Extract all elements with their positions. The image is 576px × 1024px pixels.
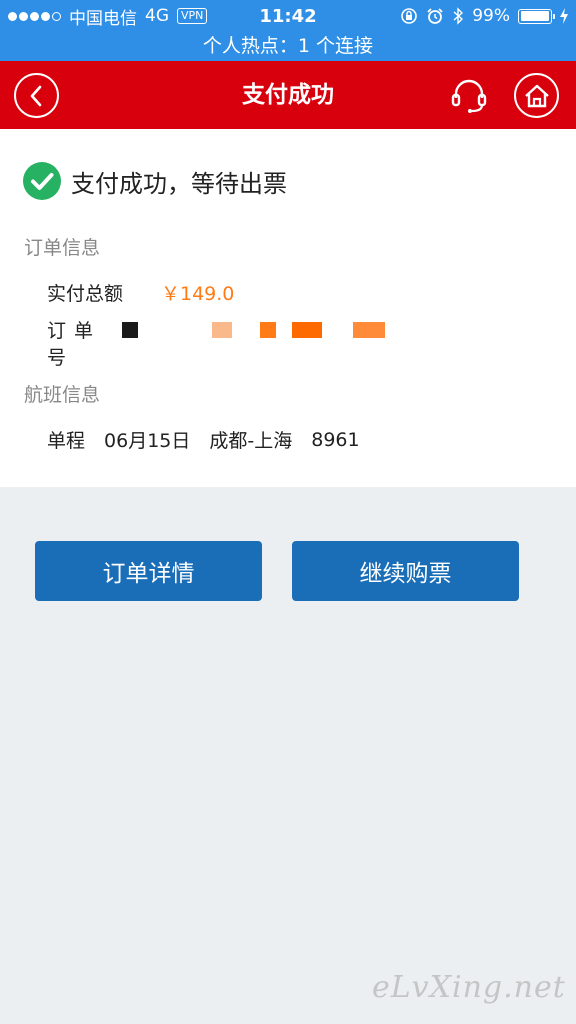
alarm-icon [427, 8, 443, 24]
flight-info-heading: 航班信息 [24, 384, 101, 406]
status-right: 99% [400, 6, 568, 26]
check-circle-icon [23, 162, 61, 200]
redaction-block [353, 322, 385, 338]
order-number-row: 订单号 [47, 316, 127, 370]
battery-percent: 99% [472, 6, 510, 26]
flight-date: 06月15日 [104, 430, 191, 452]
amount-label: 实付总额 [47, 283, 124, 305]
success-message-row: 支付成功，等待出票 [23, 162, 287, 200]
watermark: eLvXing.net [372, 970, 566, 1005]
bluetooth-icon [453, 7, 464, 25]
nav-header: 支付成功 [0, 61, 576, 129]
success-message: 支付成功，等待出票 [71, 169, 287, 198]
trip-type: 单程 [47, 430, 86, 452]
continue-booking-button[interactable]: 继续购票 [292, 541, 519, 601]
redaction-block [292, 322, 322, 338]
order-detail-button[interactable]: 订单详情 [35, 541, 262, 601]
rotation-lock-icon [401, 8, 418, 24]
amount-row: 实付总额 ￥149.0 [47, 279, 234, 306]
headset-icon[interactable] [450, 76, 488, 114]
status-row: 中国电信 4G VPN 11:42 99% [0, 4, 576, 29]
home-icon [524, 84, 549, 107]
back-button[interactable] [14, 73, 59, 118]
redaction-block [212, 322, 232, 338]
order-result-card: 支付成功，等待出票 订单信息 实付总额 ￥149.0 订单号 航班信息 单程 0… [0, 129, 576, 487]
flight-summary-row: 单程 06月15日 成都-上海 8961 [47, 426, 379, 453]
battery-icon [518, 8, 555, 24]
hotspot-banner[interactable]: 个人热点：1 个连接 [0, 31, 576, 58]
order-number-label: 订单号 [47, 320, 102, 369]
charging-icon [560, 8, 568, 24]
flight-number: 8961 [311, 428, 360, 451]
amount-value: ￥149.0 [161, 283, 235, 305]
page-title: 支付成功 [242, 82, 334, 108]
redaction-block [260, 322, 276, 338]
flight-route: 成都-上海 [209, 430, 293, 452]
battery-fill [520, 11, 550, 21]
chevron-left-icon [30, 85, 41, 106]
status-bar: 中国电信 4G VPN 11:42 99% 个人热点：1 个连接 [0, 0, 576, 61]
home-button[interactable] [514, 73, 559, 118]
order-info-heading: 订单信息 [24, 237, 101, 259]
redaction-block [122, 322, 138, 338]
